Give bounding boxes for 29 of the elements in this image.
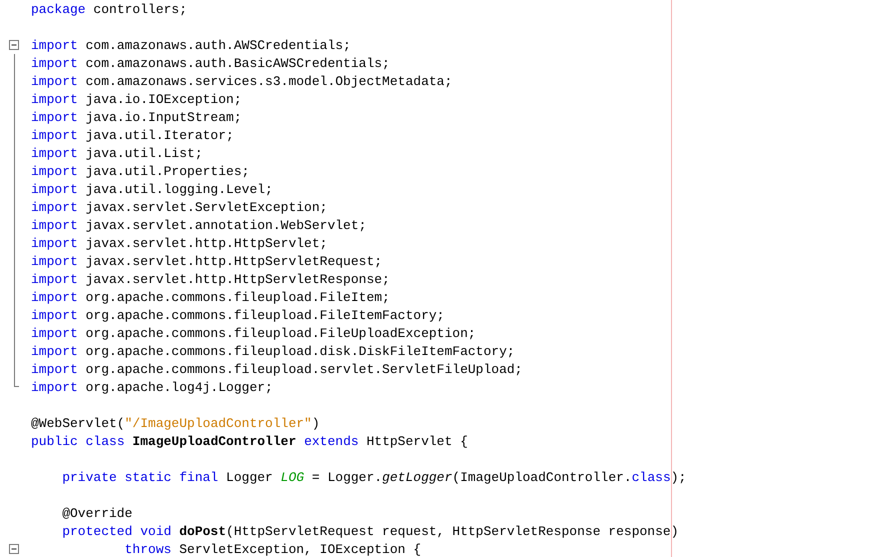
code-line: import org.apache.commons.fileupload.FileItem; [31,290,390,304]
code-line: import com.amazonaws.auth.AWSCredentials; [31,38,351,52]
code-line: import javax.servlet.http.HttpServlet; [31,236,328,250]
code-line: import javax.servlet.http.HttpServletRequest; [31,254,382,268]
code-line: import com.amazonaws.auth.BasicAWSCredentials; [31,56,390,70]
code-line: import java.util.Iterator; [31,128,234,142]
code-line: import org.apache.commons.fileupload.FileUploadException; [31,326,476,340]
code-line: import java.io.IOException; [31,92,242,106]
code-line: import java.io.InputStream; [31,110,242,124]
code-line: import org.apache.log4j.Logger; [31,380,273,394]
code-line: import org.apache.commons.fileupload.disk.DiskFileItemFactory; [31,344,515,358]
code-line: import org.apache.commons.fileupload.servlet.ServletFileUpload; [31,362,522,376]
code-line: import com.amazonaws.services.s3.model.ObjectMetadata; [31,74,452,88]
fold-toggle-icon[interactable] [9,40,19,50]
code-line: import javax.servlet.ServletException; [31,200,328,214]
code-line: import java.util.Properties; [31,164,250,178]
code-line: import java.util.List; [31,146,203,160]
code-line: protected void doPost(HttpServletRequest request, HttpServletResponse response) [62,524,679,538]
code-line: package controllers; [31,2,188,16]
code-line: @WebServlet("/ImageUploadController") [31,416,320,430]
fold-toggle-icon[interactable] [9,544,19,554]
code-line: throws ServletException, IOException { [124,542,422,556]
code-line: private static final Logger LOG = Logger.getLogger(ImageUploadController.class); [62,470,686,484]
code-line: import java.util.logging.Level; [31,182,273,196]
code-line: public class ImageUploadController extends HttpServlet { [31,434,468,448]
code-line: import javax.servlet.annotation.WebServlet; [31,218,366,232]
code-line: import javax.servlet.http.HttpServletResponse; [31,272,390,286]
code-line: @Override [62,506,132,520]
code-line: import org.apache.commons.fileupload.FileItemFactory; [31,308,444,322]
